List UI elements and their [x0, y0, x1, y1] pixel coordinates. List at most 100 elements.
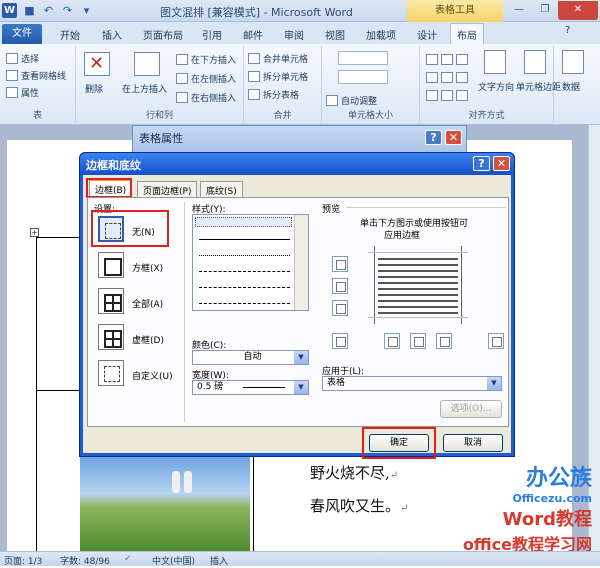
preview-edge — [461, 246, 462, 324]
chevron-down-icon[interactable]: ▼ — [487, 377, 501, 390]
table-tools-label: 表格工具 — [407, 0, 503, 22]
chevron-down-icon[interactable]: ▼ — [294, 351, 308, 364]
insert-below-button[interactable]: 在下方插入 — [176, 53, 236, 66]
bottom-border-icon[interactable] — [332, 300, 348, 316]
line-style-list[interactable] — [192, 214, 309, 311]
borders-shading-dialog: 边框和底纹 ? ✕ 边框(B) 页面边框(P) 底纹(S) 设置: 无(N) 方… — [79, 152, 515, 459]
group-alignment: 文字方向 单元格边距 对齐方式 — [420, 46, 561, 123]
data-button[interactable]: 数据 — [562, 80, 580, 93]
preview-text-line — [378, 306, 458, 308]
save-icon[interactable]: ■ — [23, 4, 36, 17]
inside-horizontal-border-icon[interactable] — [332, 278, 348, 294]
tab-view[interactable]: 视图 — [325, 27, 345, 42]
setting-custom-icon[interactable] — [98, 360, 124, 386]
insert-above-icon[interactable] — [134, 52, 160, 76]
column-width-input[interactable] — [338, 70, 388, 84]
style-option-none[interactable] — [195, 217, 292, 227]
setting-all-label[interactable]: 全部(A) — [132, 297, 163, 310]
delete-button[interactable]: 删除 — [85, 82, 103, 95]
text-direction-icon[interactable] — [484, 50, 506, 74]
maximize-icon[interactable]: ❐ — [532, 1, 558, 20]
setting-grid-label[interactable]: 虚框(D) — [132, 333, 164, 346]
select-icon — [6, 53, 18, 64]
style-option-dashed[interactable] — [199, 271, 290, 272]
color-select[interactable]: 自动 ▼ — [192, 350, 309, 365]
tab-mailings[interactable]: 邮件 — [243, 27, 263, 42]
help-icon[interactable]: ? — [565, 25, 570, 36]
row-height-input[interactable] — [338, 51, 388, 65]
inside-vertical-border-icon[interactable] — [410, 333, 426, 349]
language-indicator[interactable]: 中文(中国) — [152, 554, 195, 567]
right-border-icon[interactable] — [436, 333, 452, 349]
close-icon[interactable]: ✕ — [445, 130, 462, 145]
help-icon[interactable]: ? — [425, 130, 442, 145]
view-gridlines-button[interactable]: 查看网格线 — [6, 69, 66, 82]
setting-custom-label[interactable]: 自定义(U) — [132, 369, 173, 382]
help-icon[interactable]: ? — [473, 156, 490, 171]
align-icon — [456, 72, 468, 83]
cell-margins-icon[interactable] — [524, 50, 546, 74]
style-option-long-dash[interactable] — [199, 287, 290, 288]
tab-page-border[interactable]: 页面边框(P) — [137, 181, 198, 197]
text-direction-button[interactable]: 文字方向 — [478, 80, 514, 93]
tab-design[interactable]: 设计 — [417, 27, 437, 42]
close-icon[interactable]: ✕ — [558, 1, 598, 20]
align-bottom-buttons[interactable] — [426, 90, 468, 101]
tab-addins[interactable]: 加载项 — [366, 27, 396, 42]
cancel-button[interactable]: 取消 — [443, 434, 503, 452]
split-cells-button[interactable]: 拆分单元格 — [248, 70, 308, 83]
data-icon[interactable] — [562, 50, 584, 74]
tab-page-layout[interactable]: 页面布局 — [143, 27, 183, 42]
align-top-buttons[interactable] — [426, 54, 468, 65]
border-preview[interactable] — [368, 246, 468, 324]
top-border-icon[interactable] — [332, 256, 348, 272]
options-button[interactable]: 选项(O)... — [440, 400, 502, 418]
insert-mode[interactable]: 插入 — [210, 554, 228, 567]
diagonal-down-border-icon[interactable] — [488, 333, 504, 349]
chevron-down-icon[interactable]: ▼ — [294, 381, 308, 394]
autofit-button[interactable]: 自动调整 — [326, 94, 377, 107]
word-logo-icon[interactable]: W — [2, 3, 17, 18]
width-select[interactable]: 0.5 磅 ▼ — [192, 380, 309, 395]
redo-icon[interactable]: ↷ — [61, 4, 74, 17]
setting-grid-icon[interactable] — [98, 324, 124, 350]
style-list-scrollbar[interactable] — [294, 215, 308, 310]
setting-box-icon[interactable] — [98, 252, 124, 278]
customize-qat-icon[interactable]: ▾ — [80, 4, 93, 17]
tab-insert[interactable]: 插入 — [102, 27, 122, 42]
undo-icon[interactable]: ↶ — [42, 4, 55, 17]
align-middle-buttons[interactable] — [426, 72, 468, 83]
insert-left-button[interactable]: 在左侧插入 — [176, 72, 236, 85]
delete-icon[interactable] — [84, 52, 110, 76]
dialog-body: 边框(B) 页面边框(P) 底纹(S) 设置: 无(N) 方框(X) 全部(A)… — [83, 175, 511, 459]
tab-review[interactable]: 审阅 — [284, 27, 304, 42]
select-button[interactable]: 选择 — [6, 52, 39, 65]
minimize-icon[interactable]: — — [506, 1, 532, 20]
insert-above-button[interactable]: 在上方插入 — [122, 82, 167, 95]
setting-box-label[interactable]: 方框(X) — [132, 261, 163, 274]
style-option-solid[interactable] — [199, 239, 290, 240]
table-move-handle-icon[interactable]: + — [30, 228, 39, 237]
page-count[interactable]: 页面: 1/3 — [4, 554, 42, 567]
style-option-dotted[interactable] — [199, 255, 290, 256]
tab-file[interactable]: 文件 — [2, 24, 42, 44]
insert-right-button[interactable]: 在右侧插入 — [176, 91, 236, 104]
properties-button[interactable]: 属性 — [6, 86, 39, 99]
style-option-dash-dot[interactable] — [199, 303, 290, 304]
tab-references[interactable]: 引用 — [202, 27, 222, 42]
merge-cells-button[interactable]: 合并单元格 — [248, 52, 308, 65]
align-icon — [441, 54, 453, 65]
left-border-icon[interactable] — [384, 333, 400, 349]
insert-right-icon — [176, 92, 188, 103]
apply-to-select[interactable]: 表格 ▼ — [322, 376, 502, 391]
close-icon[interactable]: ✕ — [493, 156, 510, 171]
preview-text-line — [378, 276, 458, 278]
word-count[interactable]: 字数: 48/96 — [60, 554, 110, 567]
setting-all-icon[interactable] — [98, 288, 124, 314]
tab-shading[interactable]: 底纹(S) — [200, 181, 243, 197]
diagonal-up-border-icon[interactable] — [332, 333, 348, 349]
split-table-button[interactable]: 拆分表格 — [248, 88, 299, 101]
proofing-icon[interactable]: ✓ — [124, 554, 132, 564]
tab-home[interactable]: 开始 — [60, 27, 80, 42]
tab-layout[interactable]: 布局 — [450, 23, 484, 44]
